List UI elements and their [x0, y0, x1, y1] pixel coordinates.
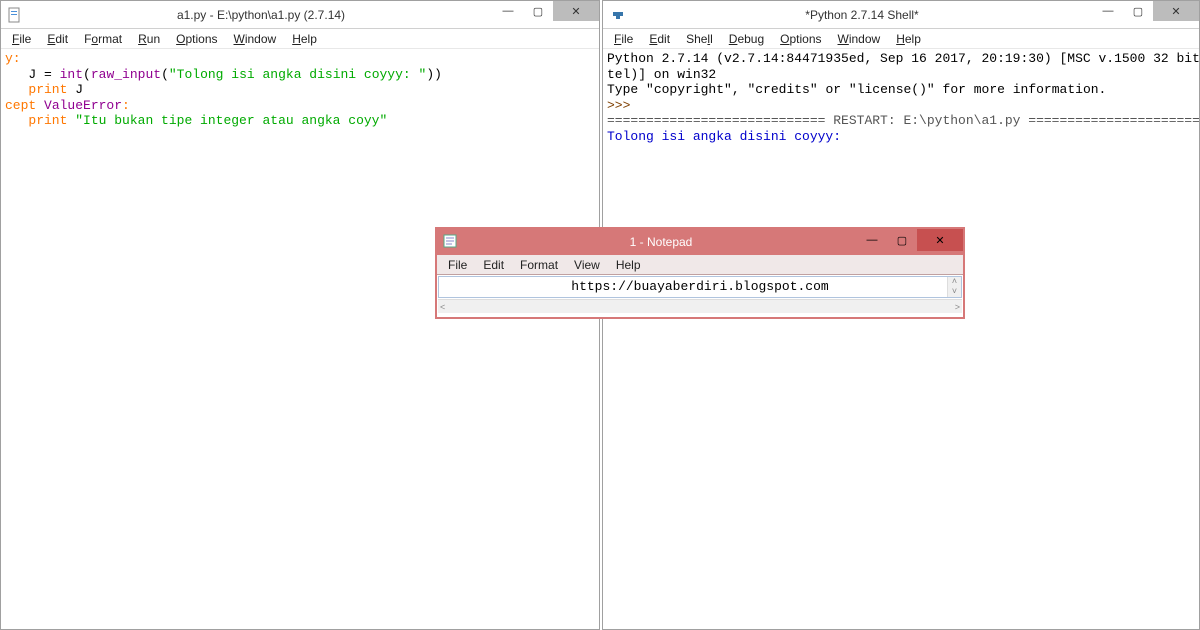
python-file-icon	[7, 7, 23, 23]
menu-file[interactable]: File	[607, 31, 640, 47]
close-button[interactable]: ✕	[917, 229, 963, 251]
maximize-button[interactable]: ▢	[1123, 1, 1153, 21]
close-button[interactable]: ✕	[1153, 1, 1199, 21]
notepad-text-area[interactable]: https://buayaberdiri.blogspot.com ˄ ˅	[438, 276, 962, 298]
shell-text: Type	[607, 82, 646, 97]
code-string: "Itu bukan tipe integer atau angka coyy"	[75, 113, 387, 128]
shell-output-area[interactable]: Python 2.7.14 (v2.7.14:84471935ed, Sep 1…	[603, 49, 1199, 629]
editor-code-area[interactable]: y: J = int(raw_input("Tolong isi angka d…	[1, 49, 599, 629]
menu-file[interactable]: File	[5, 31, 38, 47]
menu-view[interactable]: View	[567, 257, 607, 273]
editor-titlebar[interactable]: a1.py - E:\python\a1.py (2.7.14) — ▢ ✕	[1, 1, 599, 29]
menu-edit[interactable]: Edit	[642, 31, 677, 47]
editor-menubar: File Edit Format Run Options Window Help	[1, 29, 599, 49]
code-paren: (	[161, 67, 169, 82]
python-icon	[609, 7, 625, 23]
vertical-scrollbar[interactable]: ˄ ˅	[947, 277, 961, 297]
menu-shell[interactable]: Shell	[679, 31, 720, 47]
menu-debug[interactable]: Debug	[722, 31, 771, 47]
shell-title: *Python 2.7.14 Shell*	[631, 8, 1093, 22]
code-colon: :	[122, 98, 130, 113]
code-paren: (	[83, 67, 91, 82]
menu-options[interactable]: Options	[169, 31, 224, 47]
menu-help[interactable]: Help	[609, 257, 648, 273]
maximize-button[interactable]: ▢	[523, 1, 553, 21]
menu-window[interactable]: Window	[831, 31, 888, 47]
minimize-button[interactable]: —	[493, 1, 523, 21]
minimize-button[interactable]: —	[1093, 1, 1123, 21]
shell-restart-line: ============================ RESTART: E:…	[607, 113, 1199, 128]
menu-help[interactable]: Help	[889, 31, 928, 47]
minimize-button[interactable]: —	[857, 229, 887, 251]
shell-text: ,	[732, 82, 748, 97]
shell-titlebar[interactable]: *Python 2.7.14 Shell* — ▢ ✕	[603, 1, 1199, 29]
shell-text: "license()"	[849, 82, 935, 97]
menu-help[interactable]: Help	[285, 31, 324, 47]
code-indent	[5, 67, 28, 82]
maximize-button[interactable]: ▢	[887, 229, 917, 251]
editor-title: a1.py - E:\python\a1.py (2.7.14)	[29, 8, 493, 22]
code-indent	[5, 113, 28, 128]
notepad-menubar: File Edit Format View Help	[437, 255, 963, 275]
notepad-window-controls: — ▢ ✕	[857, 229, 963, 255]
code-keyword: print	[28, 82, 67, 97]
editor-window-controls: — ▢ ✕	[493, 1, 599, 28]
shell-text: "credits"	[747, 82, 817, 97]
shell-window-controls: — ▢ ✕	[1093, 1, 1199, 28]
notepad-icon	[443, 234, 459, 250]
shell-input-prompt: Tolong isi angka disini coyyy:	[607, 129, 849, 144]
code-keyword: y:	[5, 51, 21, 66]
code-indent	[5, 82, 28, 97]
horizontal-scrollbar[interactable]: < >	[438, 299, 962, 313]
shell-menubar: File Edit Shell Debug Options Window Hel…	[603, 29, 1199, 49]
notepad-content: https://buayaberdiri.blogspot.com	[571, 279, 828, 294]
menu-file[interactable]: File	[441, 257, 474, 273]
shell-banner-line: tel)] on win32	[607, 67, 716, 82]
notepad-titlebar[interactable]: 1 - Notepad — ▢ ✕	[437, 229, 963, 255]
menu-edit[interactable]: Edit	[40, 31, 75, 47]
menu-format[interactable]: Format	[77, 31, 129, 47]
code-text: J	[67, 82, 83, 97]
menu-run[interactable]: Run	[131, 31, 167, 47]
code-paren: ))	[426, 67, 442, 82]
code-exception: ValueError	[44, 98, 122, 113]
code-text: J =	[28, 67, 59, 82]
close-button[interactable]: ✕	[553, 1, 599, 21]
shell-text: or	[818, 82, 849, 97]
code-keyword: cept	[5, 98, 44, 113]
scroll-down-icon: ˅	[952, 287, 957, 297]
menu-options[interactable]: Options	[773, 31, 828, 47]
code-keyword: print	[28, 113, 67, 128]
menu-window[interactable]: Window	[227, 31, 284, 47]
shell-banner-line: Python 2.7.14 (v2.7.14:84471935ed, Sep 1…	[607, 51, 1199, 66]
scroll-up-icon: ˄	[952, 277, 957, 287]
shell-text: for more information.	[935, 82, 1107, 97]
menu-format[interactable]: Format	[513, 257, 565, 273]
shell-text: "copyright"	[646, 82, 732, 97]
code-builtin: raw_input	[91, 67, 161, 82]
scroll-right-icon: >	[955, 302, 960, 312]
notepad-title: 1 - Notepad	[465, 235, 857, 249]
notepad-window: 1 - Notepad — ▢ ✕ File Edit Format View …	[435, 227, 965, 319]
shell-prompt: >>>	[607, 98, 638, 113]
code-builtin: int	[60, 67, 83, 82]
code-string: "Tolong isi angka disini coyyy: "	[169, 67, 426, 82]
scroll-left-icon: <	[440, 302, 445, 312]
menu-edit[interactable]: Edit	[476, 257, 511, 273]
